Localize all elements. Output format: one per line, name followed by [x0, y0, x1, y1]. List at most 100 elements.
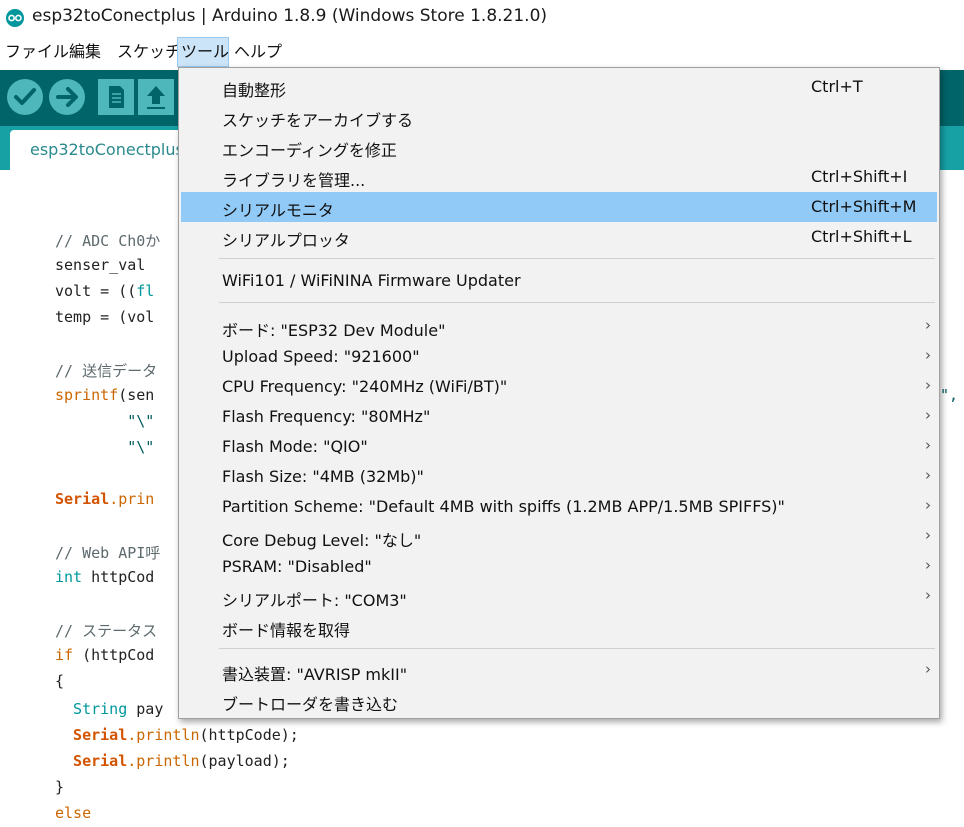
menu-item-fix-encoding[interactable]: エンコーディングを修正 — [181, 132, 937, 162]
menu-sketch[interactable]: スケッチ — [114, 37, 184, 67]
code-line: // ステータス — [55, 622, 158, 640]
menu-item-label: Partition Scheme: "Default 4MB with spif… — [222, 497, 785, 516]
menu-item-upload-speed[interactable]: Upload Speed: "921600" › — [181, 342, 937, 372]
chevron-right-icon: › — [925, 526, 931, 544]
menu-item-label: ボード情報を取得 — [222, 621, 351, 640]
code-class: Serial — [55, 752, 128, 770]
code-text: volt = (( — [55, 282, 137, 300]
menu-item-partition-scheme[interactable]: Partition Scheme: "Default 4MB with spif… — [181, 492, 937, 522]
menu-item-board[interactable]: ボード: "ESP32 Dev Module" › — [181, 312, 937, 342]
menu-item-firmware-updater[interactable]: WiFi101 / WiFiNINA Firmware Updater — [181, 266, 937, 296]
menu-item-flash-mode[interactable]: Flash Mode: "QIO" › — [181, 432, 937, 462]
upload-button[interactable] — [48, 78, 86, 116]
arduino-logo-icon — [6, 9, 24, 27]
chevron-right-icon: › — [925, 466, 931, 484]
code-line: ", — [940, 386, 959, 404]
menu-item-psram[interactable]: PSRAM: "Disabled" › — [181, 552, 937, 582]
code-text: (httpCode); — [199, 726, 299, 744]
menu-item-label: Flash Size: "4MB (32Mb)" — [222, 467, 424, 486]
code-type: String — [55, 700, 128, 718]
menu-item-label: Flash Frequency: "80MHz" — [222, 407, 431, 426]
menu-item-board-info[interactable]: ボード情報を取得 — [181, 612, 937, 642]
code-line: "\" — [55, 438, 155, 456]
menu-item-label: WiFi101 / WiFiNINA Firmware Updater — [222, 271, 521, 290]
menu-item-flash-size[interactable]: Flash Size: "4MB (32Mb)" › — [181, 462, 937, 492]
code-line: } — [55, 778, 65, 796]
chevron-right-icon: › — [925, 436, 931, 454]
title-bar: esp32toConectplus | Arduino 1.8.9 (Windo… — [0, 0, 964, 34]
code-text: (payload); — [199, 752, 290, 770]
menu-item-label: シリアルポート: "COM3" — [222, 591, 407, 610]
code-text: (httpCod — [73, 646, 155, 664]
chevron-right-icon: › — [925, 660, 931, 678]
menu-bar: ファイル 編集 スケッチ ツール ヘルプ — [0, 37, 964, 67]
code-line: Serial.println(payload); — [55, 752, 290, 770]
menu-item-label: シリアルプロッタ — [222, 231, 350, 250]
menu-separator — [219, 258, 935, 259]
code-line: { — [55, 672, 65, 690]
chevron-right-icon: › — [925, 496, 931, 514]
window-title: esp32toConectplus | Arduino 1.8.9 (Windo… — [32, 6, 548, 26]
menu-item-label: Upload Speed: "921600" — [222, 347, 420, 366]
menu-item-shortcut: Ctrl+T — [811, 77, 863, 96]
menu-separator — [219, 302, 935, 303]
menu-item-label: エンコーディングを修正 — [222, 141, 397, 160]
menu-item-autoformat[interactable]: 自動整形 Ctrl+T — [181, 72, 937, 102]
code-line: int httpCod — [55, 568, 154, 586]
menu-help[interactable]: ヘルプ — [231, 37, 285, 67]
menu-item-serial-plotter[interactable]: シリアルプロッタ Ctrl+Shift+L — [181, 222, 937, 252]
code-method: .prin — [109, 490, 155, 508]
open-sketch-button[interactable] — [137, 78, 175, 116]
verify-button[interactable] — [6, 78, 44, 116]
code-line: senser_val — [55, 256, 146, 274]
menu-item-label: PSRAM: "Disabled" — [222, 557, 372, 576]
menu-item-label: Core Debug Level: "なし" — [222, 531, 422, 550]
menu-file[interactable]: ファイル — [2, 37, 72, 67]
menu-item-label: CPU Frequency: "240MHz (WiFi/BT)" — [222, 377, 508, 396]
code-line: if (httpCod — [55, 646, 154, 664]
code-keyword: if — [55, 646, 74, 664]
menu-tools[interactable]: ツール — [177, 37, 229, 67]
new-sketch-button[interactable] — [97, 78, 135, 116]
tools-menu: 自動整形 Ctrl+T スケッチをアーカイブする エンコーディングを修正 ライブ… — [178, 67, 940, 719]
menu-item-serial-port[interactable]: シリアルポート: "COM3" › — [181, 582, 937, 612]
code-type: int — [55, 568, 83, 586]
chevron-right-icon: › — [925, 346, 931, 364]
code-text: pay — [127, 700, 164, 718]
code-line: volt = ((fl — [55, 282, 154, 300]
code-line: Serial.println(httpCode); — [55, 726, 299, 744]
code-line: String pay — [55, 700, 163, 718]
menu-item-manage-libraries[interactable]: ライブラリを管理... Ctrl+Shift+I — [181, 162, 937, 192]
chevron-right-icon: › — [925, 406, 931, 424]
code-function: sprintf — [55, 386, 119, 404]
code-class: Serial — [55, 726, 128, 744]
code-line: else — [55, 804, 92, 822]
menu-item-shortcut: Ctrl+Shift+M — [811, 197, 917, 216]
menu-item-flash-frequency[interactable]: Flash Frequency: "80MHz" › — [181, 402, 937, 432]
menu-item-serial-monitor[interactable]: シリアルモニタ Ctrl+Shift+M — [181, 192, 937, 222]
code-class: Serial — [55, 490, 110, 508]
menu-item-label: シリアルモニタ — [222, 201, 334, 220]
code-line: "\" — [55, 412, 155, 430]
menu-item-core-debug-level[interactable]: Core Debug Level: "なし" › — [181, 522, 937, 552]
code-type: fl — [136, 282, 155, 300]
code-method: .println — [127, 726, 200, 744]
menu-item-burn-bootloader[interactable]: ブートローダを書き込む — [181, 686, 937, 716]
menu-item-programmer[interactable]: 書込装置: "AVRISP mkII" › — [181, 656, 937, 686]
code-line: // Web API呼 — [55, 544, 161, 562]
menu-item-archive[interactable]: スケッチをアーカイブする — [181, 102, 937, 132]
menu-item-shortcut: Ctrl+Shift+I — [811, 167, 908, 186]
chevron-right-icon: › — [925, 556, 931, 574]
menu-item-label: スケッチをアーカイブする — [222, 111, 414, 130]
code-text: (sen — [118, 386, 155, 404]
code-method: .println — [127, 752, 200, 770]
menu-edit[interactable]: 編集 — [66, 37, 104, 67]
menu-item-label: ボード: "ESP32 Dev Module" — [222, 321, 446, 340]
code-line: // ADC Ch0か — [55, 232, 161, 250]
chevron-right-icon: › — [925, 316, 931, 334]
menu-item-label: ブートローダを書き込む — [222, 695, 399, 714]
menu-item-label: 書込装置: "AVRISP mkII" — [222, 665, 408, 684]
code-text: httpCod — [82, 568, 155, 586]
tab-label: esp32toConectplus — [30, 140, 184, 159]
menu-item-cpu-frequency[interactable]: CPU Frequency: "240MHz (WiFi/BT)" › — [181, 372, 937, 402]
